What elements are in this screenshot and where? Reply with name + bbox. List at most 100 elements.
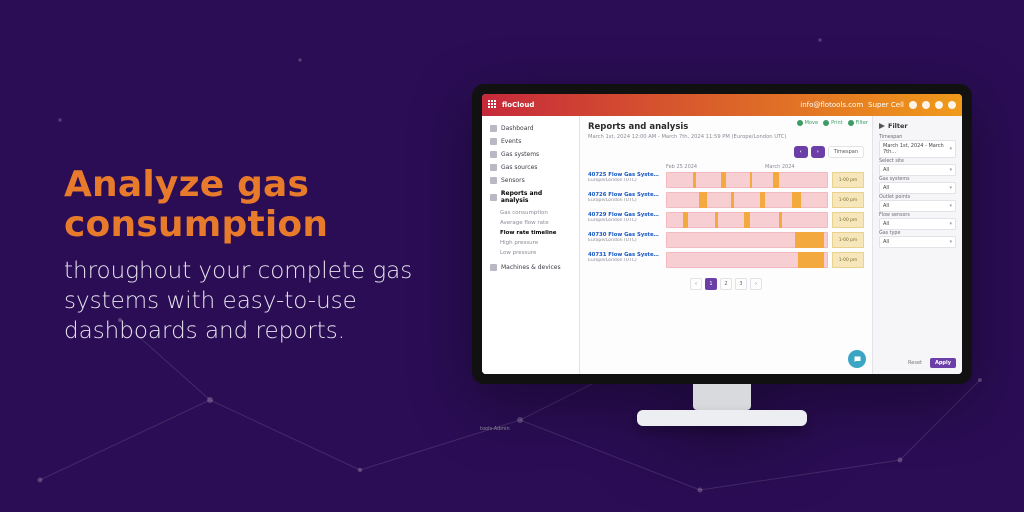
marketing-sub: throughout your complete gas systems wit… <box>64 256 420 347</box>
apps-grid-icon[interactable] <box>488 100 498 110</box>
timeline-bar[interactable] <box>666 252 828 268</box>
dashboard-icon <box>490 125 497 132</box>
filter-label: Gas systems <box>879 177 910 182</box>
app-header: floCloud info@flotools.com Super Cell <box>482 94 962 116</box>
filter-select[interactable]: All <box>879 218 956 230</box>
filter-toggle-button[interactable]: Filter <box>848 120 868 126</box>
timeline-bar[interactable] <box>666 232 828 248</box>
filter-select[interactable]: All <box>879 164 956 176</box>
sidebar-item-reports[interactable]: Reports and analysis <box>482 187 579 207</box>
chat-icon <box>853 355 862 364</box>
print-button[interactable]: Print <box>823 120 843 126</box>
brand-name: floCloud <box>502 101 534 109</box>
table-row: 40731 Flow Gas Syste…Europe/London (UTC)… <box>588 252 864 268</box>
header-email: info@flotools.com <box>800 101 863 109</box>
user-icon[interactable] <box>948 101 956 109</box>
filter-value: All <box>883 203 889 209</box>
table-row: 40729 Flow Gas Syste…Europe/London (UTC)… <box>588 212 864 228</box>
machines-icon <box>490 264 497 271</box>
row-subtitle: Europe/London (UTC) <box>588 178 662 183</box>
table-row: 40730 Flow Gas Syste…Europe/London (UTC)… <box>588 232 864 248</box>
row-subtitle: Europe/London (UTC) <box>588 198 662 203</box>
filter-select[interactable]: All <box>879 200 956 212</box>
filter-select[interactable]: March 1st, 2024 - March 7th… <box>879 140 956 158</box>
subnav-low-pressure[interactable]: Low pressure <box>500 249 579 257</box>
filter-select[interactable]: All <box>879 236 956 248</box>
move-button[interactable]: Move <box>797 120 818 126</box>
row-badge: 1-00 pm <box>832 172 864 188</box>
filter-header: Filter <box>879 122 956 130</box>
sidebar-item-label: Reports and analysis <box>501 190 571 204</box>
monitor-mockup: floCloud info@flotools.com Super Cell Da… <box>472 84 972 436</box>
filter-apply-button[interactable]: Apply <box>930 358 956 368</box>
bell-icon[interactable] <box>922 101 930 109</box>
help-icon[interactable] <box>935 101 943 109</box>
row-badge: 1-00 pm <box>832 212 864 228</box>
timeline-segment <box>750 172 752 188</box>
sidebar-item-label: Machines & devices <box>501 264 561 271</box>
row-badge: 1-00 pm <box>832 192 864 208</box>
main-content: Move Print Filter Reports and analysis M… <box>580 116 872 374</box>
filter-label: Select site <box>879 159 904 164</box>
subnav-avg-flow[interactable]: Average flow rate <box>500 219 579 227</box>
timespan-button[interactable]: Timespan <box>828 146 864 158</box>
marketing-headline: Analyze gas consumption <box>64 165 420 246</box>
subnav-flow-timeline[interactable]: Flow rate timeline <box>500 229 579 237</box>
range-prev-button[interactable]: ‹ <box>794 146 808 158</box>
sidebar-item-gas-systems[interactable]: Gas systems <box>482 148 579 161</box>
timeline-bar[interactable] <box>666 172 828 188</box>
timeline-segment <box>779 212 782 228</box>
timeline-segment <box>744 212 750 228</box>
row-badge: 1-00 pm <box>832 232 864 248</box>
sidebar-item-gas-sources[interactable]: Gas sources <box>482 161 579 174</box>
pager-1[interactable]: 1 <box>705 278 717 290</box>
app-screen: floCloud info@flotools.com Super Cell Da… <box>482 94 962 374</box>
timeline-bar[interactable] <box>666 212 828 228</box>
filter-select[interactable]: All <box>879 182 956 194</box>
timeline-segment <box>773 172 779 188</box>
subnav-gas-consumption[interactable]: Gas consumption <box>500 209 579 217</box>
filter-value: All <box>883 167 889 173</box>
sidebar: Dashboard Events Gas systems Gas sources… <box>482 116 580 374</box>
filter-value: All <box>883 239 889 245</box>
timeline-rows: 40725 Flow Gas Syste…Europe/London (UTC)… <box>588 172 864 272</box>
timeline-segment <box>693 172 696 188</box>
filter-label: Gas type <box>879 231 900 236</box>
pager-next[interactable]: › <box>750 278 762 290</box>
timeline-segment <box>721 172 726 188</box>
pager-prev[interactable]: ‹ <box>690 278 702 290</box>
sidebar-item-label: Dashboard <box>501 125 534 132</box>
sidebar-item-sensors[interactable]: Sensors <box>482 174 579 187</box>
sidebar-item-label: Sensors <box>501 177 525 184</box>
filter-value: All <box>883 185 889 191</box>
page-toolbar: Move Print Filter <box>797 120 868 126</box>
timeline-segment <box>760 192 765 208</box>
search-icon[interactable] <box>909 101 917 109</box>
sidebar-item-label: Events <box>501 138 521 145</box>
sidebar-item-dashboard[interactable]: Dashboard <box>482 122 579 135</box>
timeline-segment <box>683 212 688 228</box>
header-role: Super Cell <box>868 101 904 109</box>
gas-icon <box>490 151 497 158</box>
timeline-bar[interactable] <box>666 192 828 208</box>
row-badge: 1-00 pm <box>832 252 864 268</box>
timeline-segment <box>715 212 718 228</box>
pager-2[interactable]: 2 <box>720 278 732 290</box>
pager-3[interactable]: 3 <box>735 278 747 290</box>
page-range-text: March 1st, 2024 12:00 AM - March 7th, 20… <box>588 134 864 140</box>
sidebar-item-machines[interactable]: Machines & devices <box>482 261 579 274</box>
filter-label: Outlet points <box>879 195 910 200</box>
row-subtitle: Europe/London (UTC) <box>588 258 662 263</box>
sidebar-item-label: Gas sources <box>501 164 537 171</box>
range-next-button[interactable]: › <box>811 146 825 158</box>
pager: ‹ 1 2 3 › <box>588 278 864 290</box>
filter-panel: Filter TimespanMarch 1st, 2024 - March 7… <box>872 116 962 374</box>
filter-reset-button[interactable]: Reset <box>903 358 927 368</box>
sources-icon <box>490 164 497 171</box>
sidebar-item-events[interactable]: Events <box>482 135 579 148</box>
sidebar-item-label: Gas systems <box>501 151 539 158</box>
subnav-high-pressure[interactable]: High pressure <box>500 239 579 247</box>
chat-fab[interactable] <box>848 350 866 368</box>
reports-icon <box>490 194 497 201</box>
timeline-col-0: Feb 25 2024 <box>666 164 765 170</box>
